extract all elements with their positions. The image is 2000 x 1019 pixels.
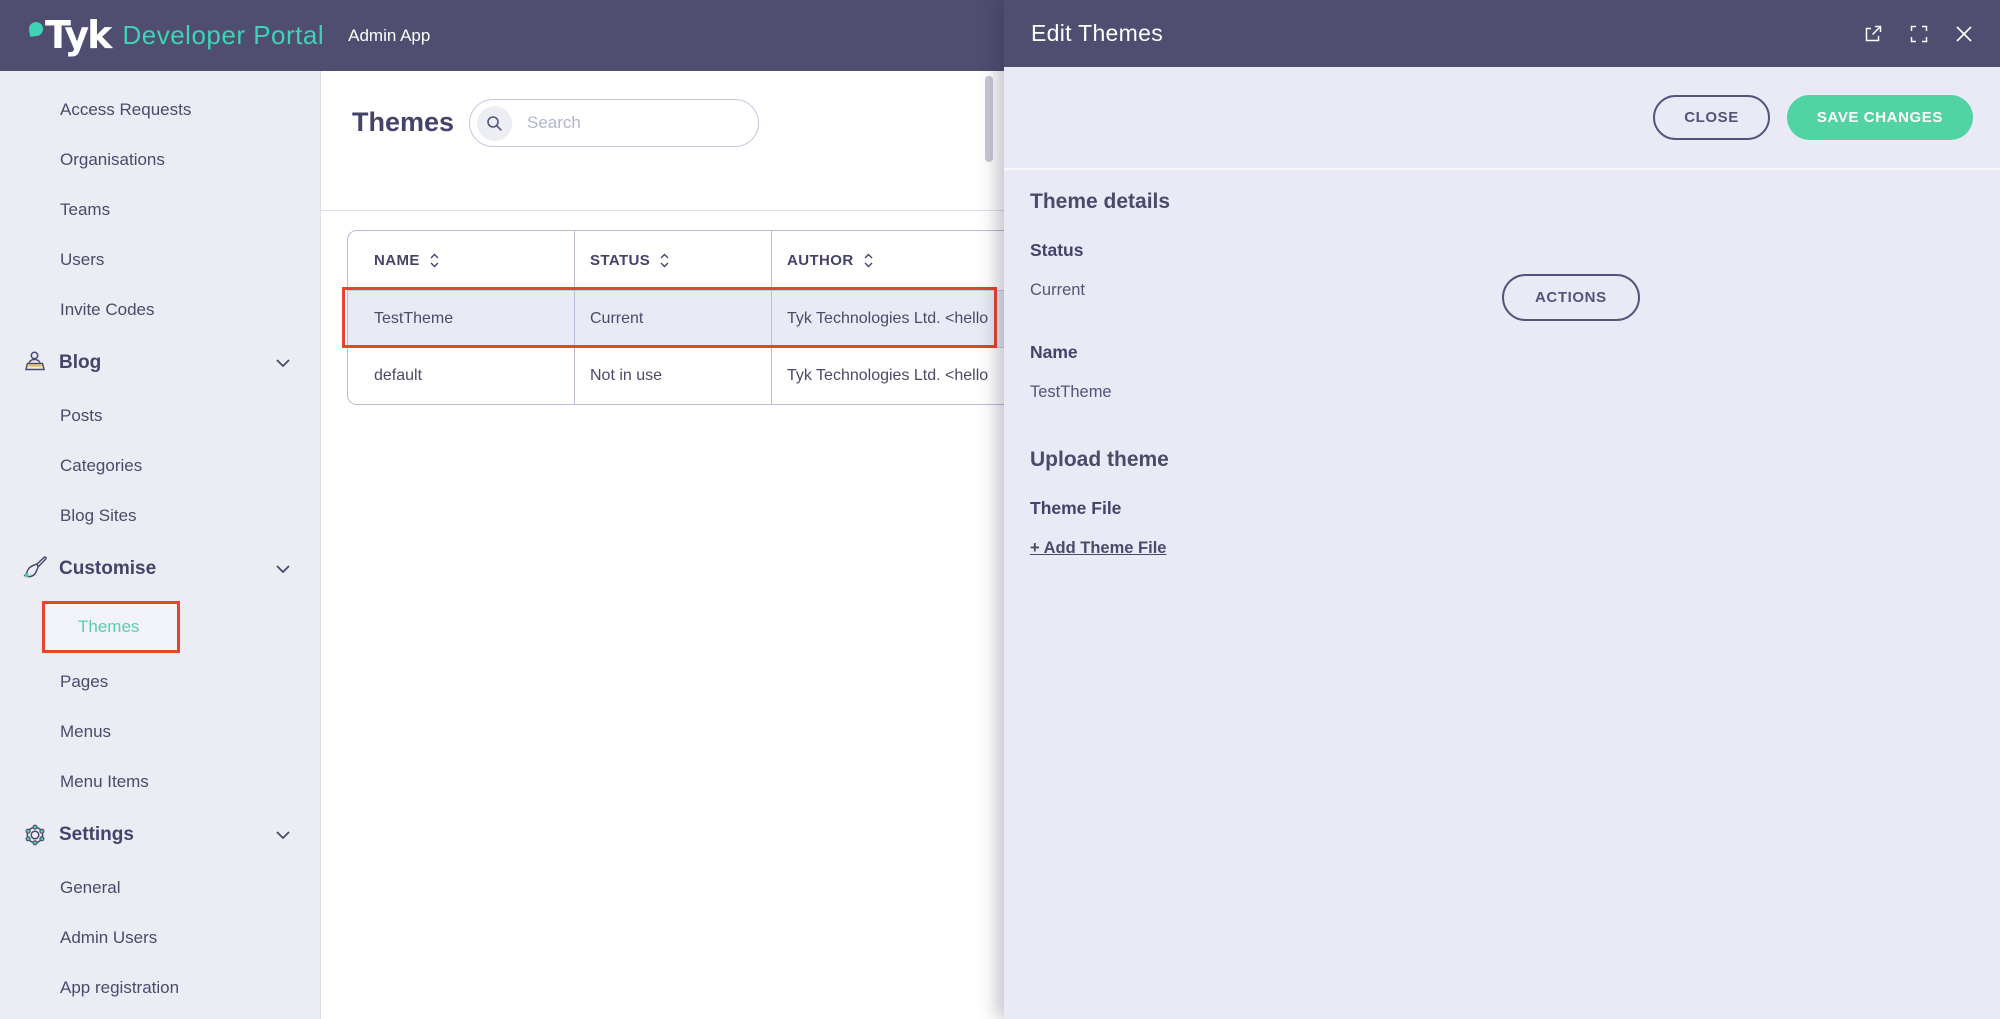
sort-icon[interactable] bbox=[863, 252, 874, 269]
sidebar-item-app-registration[interactable]: App registration bbox=[0, 963, 320, 1013]
external-link-icon[interactable] bbox=[1863, 24, 1883, 44]
name-label: Name bbox=[1030, 342, 1974, 363]
sidebar-item-categories[interactable]: Categories bbox=[0, 441, 320, 491]
upload-theme-heading: Upload theme bbox=[1030, 448, 1974, 472]
sidebar-item-users[interactable]: Users bbox=[0, 235, 320, 285]
sidebar-section-label: Customise bbox=[59, 558, 156, 580]
sort-icon[interactable] bbox=[429, 252, 440, 269]
cell-status: Not in use bbox=[574, 348, 771, 404]
sidebar-item-blog-sites[interactable]: Blog Sites bbox=[0, 491, 320, 541]
sidebar-item-admin-users[interactable]: Admin Users bbox=[0, 913, 320, 963]
chevron-down-icon[interactable] bbox=[276, 359, 290, 367]
column-header-name[interactable]: NAME bbox=[348, 231, 574, 290]
sidebar-item-invite-codes[interactable]: Invite Codes bbox=[0, 285, 320, 335]
sidebar-item-posts[interactable]: Posts bbox=[0, 391, 320, 441]
tyk-leaf-icon bbox=[28, 21, 44, 37]
chevron-down-icon[interactable] bbox=[276, 831, 290, 839]
sidebar-item-access-requests[interactable]: Access Requests bbox=[0, 85, 320, 135]
theme-file-label: Theme File bbox=[1030, 498, 1974, 519]
sort-icon[interactable] bbox=[659, 252, 670, 269]
sidebar-item-general[interactable]: General bbox=[0, 863, 320, 913]
paintbrush-icon bbox=[20, 554, 50, 584]
theme-details-heading: Theme details bbox=[1030, 190, 1974, 214]
cell-name: default bbox=[348, 348, 574, 404]
sidebar-item-menu-items[interactable]: Menu Items bbox=[0, 757, 320, 807]
sidebar-item-organisations[interactable]: Organisations bbox=[0, 135, 320, 185]
actions-button[interactable]: ACTIONS bbox=[1502, 274, 1640, 321]
sidebar-item-menus[interactable]: Menus bbox=[0, 707, 320, 757]
sidebar-section-blog[interactable]: Blog bbox=[0, 335, 320, 391]
save-changes-button[interactable]: SAVE CHANGES bbox=[1787, 95, 1973, 140]
close-icon[interactable] bbox=[1955, 25, 1973, 43]
sidebar: Access Requests Organisations Teams User… bbox=[0, 71, 321, 1019]
status-label: Status bbox=[1030, 240, 1974, 261]
sidebar-section-label: Blog bbox=[59, 352, 101, 374]
column-header-status[interactable]: STATUS bbox=[574, 231, 771, 290]
expand-icon[interactable] bbox=[1910, 25, 1928, 43]
gear-icon bbox=[20, 820, 50, 850]
drawer-content: Theme details Status Current ACTIONS Nam… bbox=[1004, 170, 2000, 578]
active-highlight-box[interactable]: Themes bbox=[42, 601, 180, 653]
table-row-default[interactable]: default Not in use Tyk Technologies Ltd.… bbox=[348, 347, 1058, 404]
search-input[interactable] bbox=[525, 112, 735, 134]
sidebar-item-themes[interactable]: Themes bbox=[0, 597, 320, 657]
drawer-window-controls bbox=[1863, 24, 1973, 44]
product-name: Developer Portal bbox=[122, 20, 324, 51]
drawer-title: Edit Themes bbox=[1031, 20, 1163, 47]
search-box[interactable] bbox=[469, 99, 759, 147]
tyk-logo[interactable]: Tyk bbox=[29, 19, 110, 51]
table-row-testtheme[interactable]: TestTheme Current Tyk Technologies Ltd. … bbox=[348, 290, 1058, 347]
sidebar-item-pages[interactable]: Pages bbox=[0, 657, 320, 707]
edit-drawer: Edit Themes CLOSE SAVE CHANGES Theme det… bbox=[1004, 0, 2000, 1019]
app-window: Tyk Developer Portal Admin App Access Re… bbox=[0, 0, 2000, 1019]
name-value: TestTheme bbox=[1030, 383, 1974, 402]
sidebar-section-settings[interactable]: Settings bbox=[0, 807, 320, 863]
cell-name: TestTheme bbox=[348, 291, 574, 347]
sidebar-section-customise[interactable]: Customise bbox=[0, 541, 320, 597]
vertical-scrollbar[interactable] bbox=[985, 76, 993, 162]
sidebar-section-label: Settings bbox=[59, 824, 134, 846]
search-icon bbox=[477, 106, 512, 141]
cell-status: Current bbox=[574, 291, 771, 347]
themes-table: NAME STATUS AUTHOR bbox=[347, 230, 1059, 405]
close-button[interactable]: CLOSE bbox=[1653, 95, 1770, 140]
blog-icon bbox=[20, 348, 50, 378]
add-theme-file-link[interactable]: + Add Theme File bbox=[1030, 539, 1166, 558]
page-title: Themes bbox=[352, 107, 454, 138]
drawer-header: Edit Themes bbox=[1004, 0, 2000, 67]
sidebar-item-teams[interactable]: Teams bbox=[0, 185, 320, 235]
app-name: Admin App bbox=[348, 26, 430, 46]
table-header-row: NAME STATUS AUTHOR bbox=[348, 231, 1058, 290]
drawer-toolbar: CLOSE SAVE CHANGES bbox=[1004, 67, 2000, 170]
chevron-down-icon[interactable] bbox=[276, 565, 290, 573]
logo-text: Tyk bbox=[45, 19, 110, 51]
